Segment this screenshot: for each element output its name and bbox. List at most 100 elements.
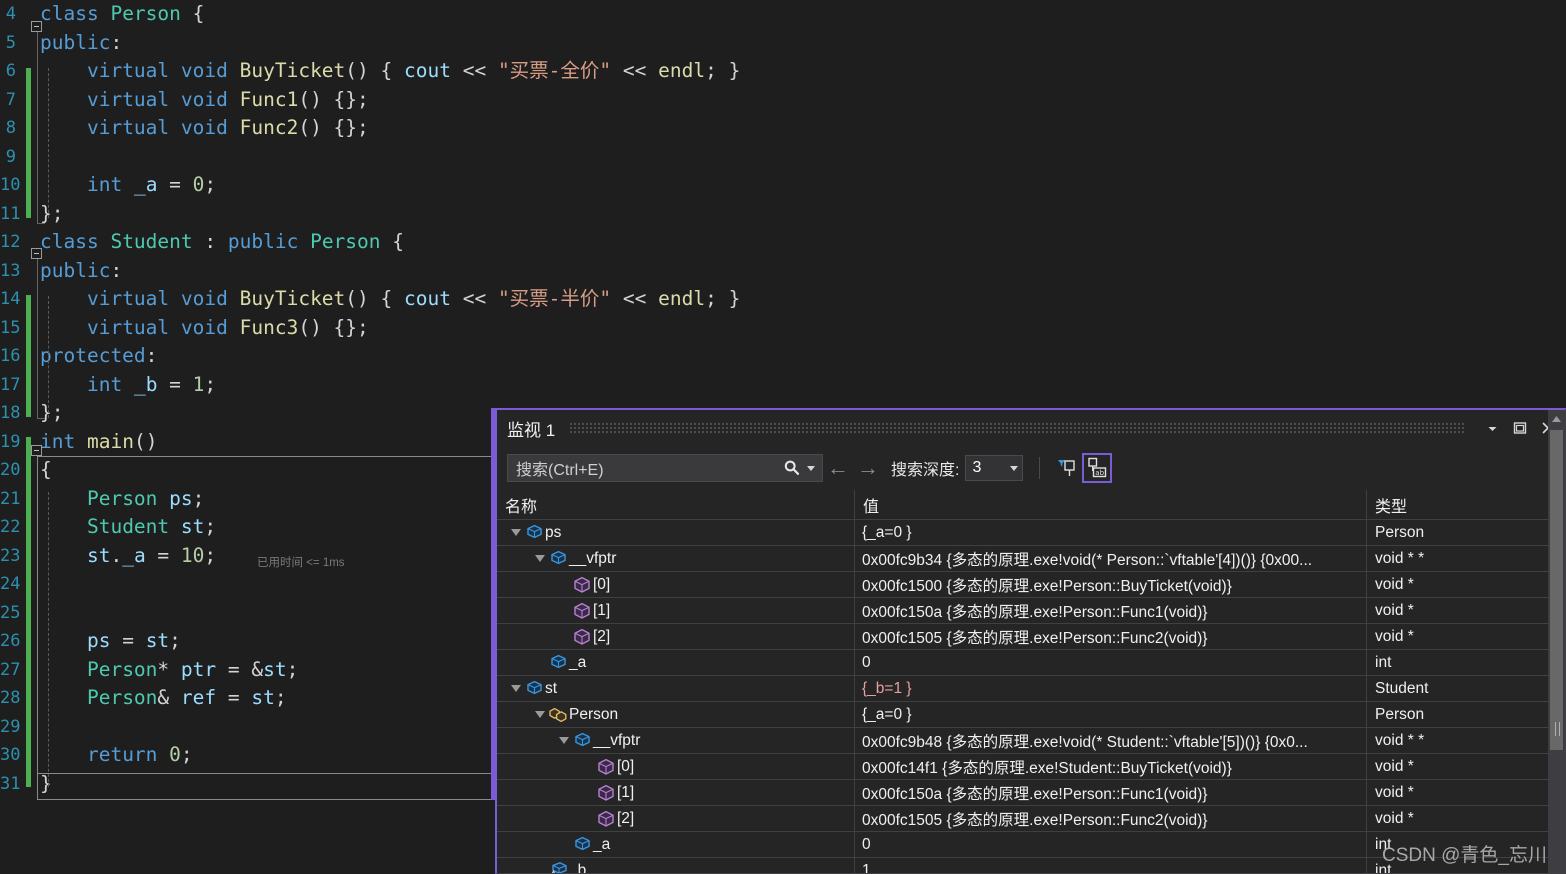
collapse-toggle-icon[interactable]	[31, 21, 42, 32]
code-line-text: class Student : public Person {	[40, 230, 405, 253]
search-prev-button[interactable]: ←	[823, 457, 853, 479]
watch-row-value-cell[interactable]: 0x00fc1500 {多态的原理.exe!Person::BuyTicket(…	[855, 571, 1367, 598]
watch-row-value-cell[interactable]: 0x00fc9b34 {多态的原理.exe!void(* Person::`vf…	[855, 545, 1367, 572]
watch-row-name-cell[interactable]: _b	[497, 857, 855, 874]
watch-row-value-cell[interactable]: {_b=1 }	[855, 675, 1367, 702]
method-icon	[595, 782, 617, 804]
method-icon	[571, 574, 593, 596]
window-dropdown-button[interactable]	[1479, 415, 1505, 441]
watch-row[interactable]: _b 1 int	[497, 857, 1565, 874]
watch-row-name-cell[interactable]: [0]	[497, 571, 855, 598]
watch-row[interactable]: [2] 0x00fc1505 {多态的原理.exe!Person::Func2(v…	[497, 623, 1565, 650]
watch-toolbar[interactable]: 搜索(Ctrl+E) ← → 搜索深度: 3 ab	[497, 446, 1565, 490]
watch-row-value-cell[interactable]: 0x00fc14f1 {多态的原理.exe!Student::BuyTicket…	[855, 753, 1367, 780]
watch-row-name-cell[interactable]: [2]	[497, 805, 855, 832]
watch-row[interactable]: __vfptr 0x00fc9b34 {多态的原理.exe!void(* Pers…	[497, 545, 1565, 572]
expander-placeholder	[581, 754, 595, 780]
watch-variable-name: _b	[569, 861, 587, 874]
search-input[interactable]: 搜索(Ctrl+E)	[507, 454, 823, 482]
watch-variable-type: int	[1375, 653, 1392, 671]
watch-row-value-cell[interactable]: 0x00fc150a {多态的原理.exe!Person::Func1(void…	[855, 779, 1367, 806]
code-line-text: int _a = 0;	[86, 173, 217, 196]
watch-titlebar[interactable]: 监视 1	[497, 410, 1565, 446]
watch-row[interactable]: _a 0 int	[497, 831, 1565, 858]
watch-row[interactable]: [2] 0x00fc1505 {多态的原理.exe!Person::Func2(v…	[497, 805, 1565, 832]
watch-variable-type: void *	[1375, 783, 1414, 801]
watch-row-type-cell: void *	[1367, 754, 1542, 780]
line-number: 20	[0, 460, 21, 480]
watch-row[interactable]: __vfptr 0x00fc9b48 {多态的原理.exe!void(* Stud…	[497, 727, 1565, 754]
watch-variable-name: [0]	[593, 575, 611, 593]
watch-row-name-cell[interactable]: _a	[497, 649, 855, 676]
line-number: 9	[5, 146, 16, 167]
watch-row-value-cell[interactable]: 1	[855, 857, 1367, 874]
watch-row-name-cell[interactable]: ps	[497, 519, 855, 546]
protected-field-icon	[547, 860, 569, 873]
watch-row-name-cell[interactable]: _a	[497, 831, 855, 858]
watch-row[interactable]: Person {_a=0 } Person	[497, 701, 1565, 728]
visual-studio-debug-window: 4 class Person {5 public: 6 virtual void Bu…	[0, 0, 1566, 874]
collapse-toggle-icon[interactable]	[31, 445, 42, 456]
watch-variable-value: 1	[862, 861, 871, 874]
watch-row-name-cell[interactable]: Person	[497, 701, 855, 728]
watch-row-value-cell[interactable]: 0x00fc1505 {多态的原理.exe!Person::Func2(void…	[855, 805, 1367, 832]
column-header-name[interactable]: 名称	[497, 490, 855, 519]
watch-row-value-cell[interactable]: {_a=0 }	[855, 519, 1367, 546]
expander-icon[interactable]	[533, 702, 547, 728]
watch-row[interactable]: ps {_a=0 } Person	[497, 519, 1565, 546]
watch-row-value-cell[interactable]: 0	[855, 831, 1367, 858]
line-number: 13	[0, 260, 21, 281]
watch-variable-type: void *	[1375, 575, 1414, 593]
watch-row-name-cell[interactable]: [1]	[497, 597, 855, 624]
expander-placeholder	[557, 572, 571, 598]
line-number: 21	[0, 488, 21, 509]
search-dropdown-icon[interactable]	[807, 465, 815, 471]
watch-row[interactable]: [0] 0x00fc14f1 {多态的原理.exe!Student::BuyTic…	[497, 753, 1565, 780]
magnifier-icon[interactable]	[782, 458, 802, 478]
column-header-value[interactable]: 值	[855, 490, 1367, 519]
watch-grid-body[interactable]: ps {_a=0 } Person __vfptr 0x00fc9b34 {多态的原理.…	[497, 519, 1565, 874]
watch-row[interactable]: st {_b=1 } Student	[497, 675, 1565, 702]
watch-variable-type: int	[1375, 835, 1392, 853]
column-header-type[interactable]: 类型	[1367, 490, 1542, 519]
watch-row-name-cell[interactable]: __vfptr	[497, 545, 855, 572]
expander-icon[interactable]	[509, 676, 523, 702]
watch-row-name-cell[interactable]: __vfptr	[497, 727, 855, 754]
watch-row-value-cell[interactable]: 0	[855, 649, 1367, 676]
watch-row-name-cell[interactable]: [0]	[497, 753, 855, 780]
watch-window[interactable]: 监视 1 搜索(Ctrl+E) ← → 搜索深度: 3 ab 名称 值 类型 p…	[495, 408, 1566, 874]
watch-row-name-cell[interactable]: [1]	[497, 779, 855, 806]
scrollbar-grip-icon	[1553, 722, 1564, 736]
maximize-button[interactable]	[1507, 415, 1533, 441]
watch-row[interactable]: [1] 0x00fc150a {多态的原理.exe!Person::Func1(v…	[497, 779, 1565, 806]
search-depth-select[interactable]: 3	[965, 455, 1024, 481]
line-number: 19	[0, 431, 21, 452]
watch-row[interactable]: [0] 0x00fc1500 {多态的原理.exe!Person::BuyTick…	[497, 571, 1565, 598]
expander-icon[interactable]	[557, 728, 571, 754]
chevron-down-icon[interactable]	[1010, 465, 1019, 471]
watch-row-name-cell[interactable]: [2]	[497, 623, 855, 650]
line-number: 7	[5, 89, 16, 110]
expander-icon[interactable]	[509, 520, 523, 546]
collapse-toggle-icon[interactable]	[31, 248, 42, 259]
expander-placeholder	[581, 806, 595, 832]
watch-row-type-cell: void *	[1367, 598, 1542, 624]
indent-guide	[48, 68, 49, 218]
scrollbar-thumb[interactable]	[1550, 430, 1563, 750]
watch-row-value-cell[interactable]: {_a=0 }	[855, 701, 1367, 728]
watch-variable-name: [2]	[617, 809, 635, 827]
line-number: 16	[0, 346, 21, 366]
watch-row-name-cell[interactable]: st	[497, 675, 855, 702]
watch-vertical-scrollbar[interactable]	[1548, 410, 1565, 873]
watch-row-value-cell[interactable]: 0x00fc9b48 {多态的原理.exe!void(* Student::`v…	[855, 727, 1367, 754]
pin-filter-icon[interactable]	[1052, 453, 1082, 483]
titlebar-drag-handle[interactable]	[569, 422, 1465, 434]
search-next-button[interactable]: →	[853, 457, 883, 479]
watch-row[interactable]: [1] 0x00fc150a {多态的原理.exe!Person::Func1(v…	[497, 597, 1565, 624]
scroll-up-icon[interactable]	[1548, 410, 1565, 427]
watch-row[interactable]: _a 0 int	[497, 649, 1565, 676]
watch-row-value-cell[interactable]: 0x00fc150a {多态的原理.exe!Person::Func1(void…	[855, 597, 1367, 624]
expander-icon[interactable]	[533, 546, 547, 572]
watch-row-value-cell[interactable]: 0x00fc1505 {多态的原理.exe!Person::Func2(void…	[855, 623, 1367, 650]
pin-ab-icon[interactable]: ab	[1082, 453, 1113, 483]
